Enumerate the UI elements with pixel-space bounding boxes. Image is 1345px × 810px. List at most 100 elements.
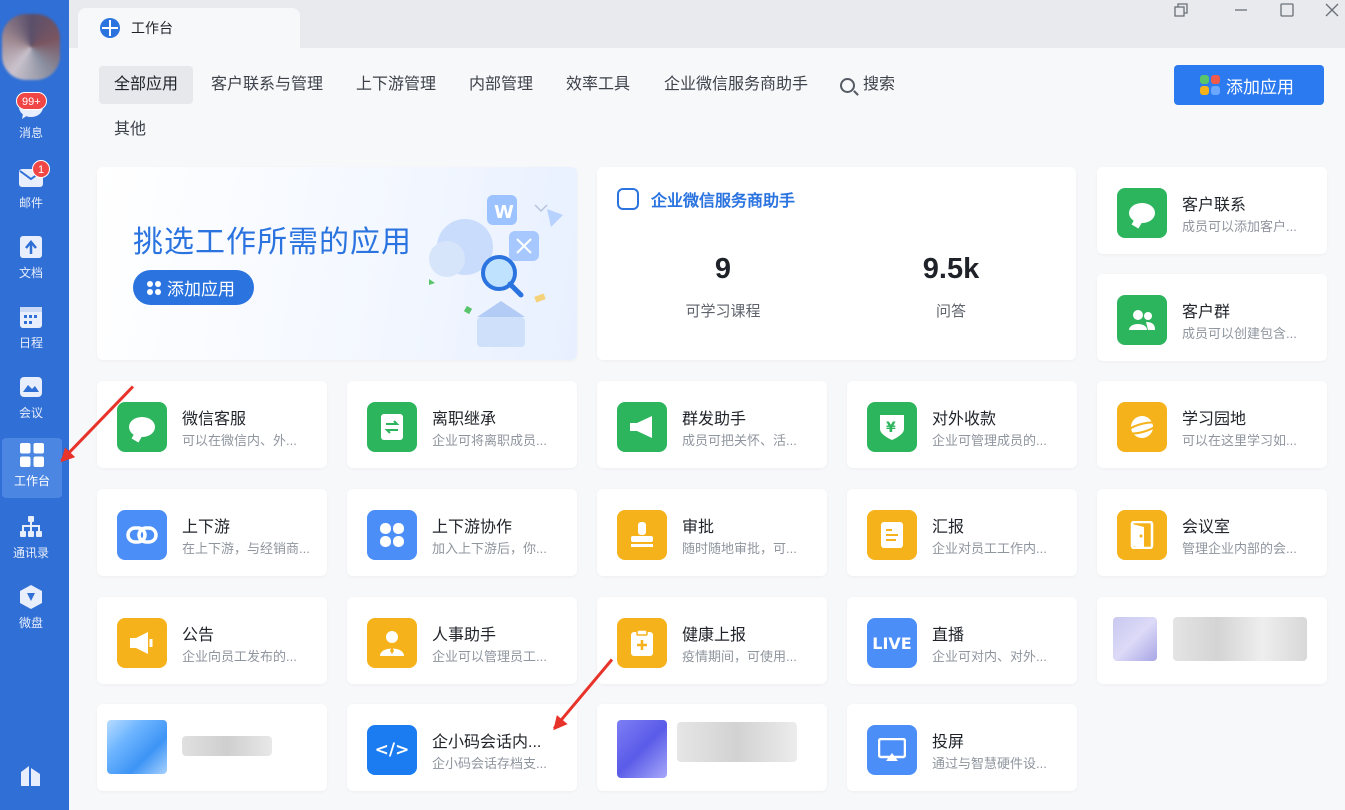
building-icon	[18, 762, 44, 788]
app-card-broadcast[interactable]: 群发助手 成员可把关怀、活...	[597, 381, 827, 468]
mail-icon: 1	[18, 160, 51, 190]
link-icon	[117, 510, 167, 560]
clover-icon	[367, 510, 417, 560]
banner-add-app-button[interactable]: 添加应用	[133, 270, 254, 305]
app-desc: 企业对员工工作内...	[932, 541, 1047, 556]
app-desc: 在上下游，与经销商...	[182, 541, 310, 556]
app-card-approval[interactable]: 审批 随时随地审批，可...	[597, 489, 827, 576]
sidebar-item-docs[interactable]: 文档	[0, 230, 62, 290]
clipboard-plus-icon	[617, 618, 667, 668]
app-desc: 加入上下游后，你...	[432, 541, 547, 556]
sidebar-item-calendar[interactable]: 日程	[0, 300, 62, 360]
maximize-icon[interactable]	[1276, 2, 1298, 24]
app-desc: 成员可以创建包含...	[1182, 326, 1297, 341]
app-card-report[interactable]: 汇报 企业对员工工作内...	[847, 489, 1077, 576]
app-title: 学习园地	[1182, 411, 1247, 428]
drive-icon	[18, 584, 44, 610]
add-app-button[interactable]: 添加应用	[1174, 65, 1324, 105]
sidebar-item-messages[interactable]: 99+ 消息	[0, 90, 62, 150]
app-desc: 成员可以添加客户...	[1182, 219, 1297, 234]
filter-customer[interactable]: 客户联系与管理	[196, 66, 338, 104]
filter-service-helper[interactable]: 企业微信服务商助手	[649, 66, 823, 104]
banner-title: 挑选工作所需的应用	[133, 226, 412, 259]
mail-badge: 1	[32, 160, 51, 178]
app-card-customer-contact[interactable]: 客户联系 成员可以添加客户...	[1097, 167, 1327, 254]
app-desc: 成员可把关怀、活...	[682, 433, 797, 448]
restore-icon[interactable]	[1170, 2, 1192, 24]
app-title: 审批	[682, 519, 715, 536]
megaphone-icon	[617, 402, 667, 452]
screencast-icon	[867, 725, 917, 775]
title-bar: 工作台	[69, 0, 1345, 48]
sidebar: 99+ 消息 1 邮件 文档 日程 会议 工作台 通讯录 微盘	[0, 0, 69, 810]
stat-qa[interactable]: 9.5k 问答	[871, 253, 1031, 321]
app-card-learning[interactable]: 学习园地 可以在这里学习如...	[1097, 381, 1327, 468]
app-card-meeting-room[interactable]: 会议室 管理企业内部的会...	[1097, 489, 1327, 576]
filter-internal[interactable]: 内部管理	[454, 66, 548, 104]
tab-workbench[interactable]: 工作台	[78, 8, 300, 48]
app-card-blurred[interactable]	[97, 704, 327, 791]
sidebar-item-label: 邮件	[18, 196, 43, 210]
stat-label: 可学习课程	[685, 303, 761, 320]
app-desc: 企业可以管理员工...	[432, 649, 547, 664]
filter-all-apps[interactable]: 全部应用	[99, 66, 194, 104]
service-helper-card[interactable]: 企业微信服务商助手 9 可学习课程 9.5k 问答	[597, 167, 1076, 360]
app-card-resignation[interactable]: 离职继承 企业可将离职成员...	[347, 381, 577, 468]
app-card-payment[interactable]: ¥ 对外收款 企业可管理成员的...	[847, 381, 1077, 468]
app-card-blurred[interactable]	[597, 704, 827, 791]
search-button[interactable]: 搜索	[825, 66, 910, 104]
app-title: 人事助手	[432, 627, 497, 644]
app-card-announcement[interactable]: 公告 企业向员工发布的...	[97, 597, 327, 684]
stamp-icon	[617, 510, 667, 560]
app-card-upstream[interactable]: 上下游 在上下游，与经销商...	[97, 489, 327, 576]
doc-icon	[18, 234, 44, 260]
sidebar-item-drive[interactable]: 微盘	[0, 580, 62, 640]
app-desc: 可以在这里学习如...	[1182, 433, 1297, 448]
add-app-label: 添加应用	[1226, 77, 1294, 97]
chat-icon: 99+	[16, 92, 47, 120]
person-icon	[367, 618, 417, 668]
helper-title: 企业微信服务商助手	[651, 193, 796, 210]
wecom-logo-icon	[100, 18, 120, 38]
stat-courses[interactable]: 9 可学习课程	[643, 253, 803, 321]
filter-upstream[interactable]: 上下游管理	[341, 66, 451, 104]
app-title: 公告	[182, 627, 215, 644]
app-desc: 企业向员工发布的...	[182, 649, 297, 664]
filter-efficiency[interactable]: 效率工具	[551, 66, 645, 104]
blurred-app-icon	[1113, 617, 1157, 661]
tab-title: 工作台	[131, 20, 173, 36]
avatar[interactable]	[2, 14, 60, 80]
app-title: 健康上报	[682, 627, 747, 644]
filter-other[interactable]: 其他	[99, 111, 161, 149]
app-title: 上下游	[182, 519, 231, 536]
sidebar-item-contacts[interactable]: 通讯录	[0, 510, 62, 570]
code-icon: </>	[367, 725, 417, 775]
app-card-blurred[interactable]	[1097, 597, 1327, 684]
app-card-health-report[interactable]: 健康上报 疫情期间，可使用...	[597, 597, 827, 684]
app-card-code-archive[interactable]: </> 企小码会话内... 企小码会话存档支...	[347, 704, 577, 791]
door-icon	[1117, 510, 1167, 560]
grid-icon	[19, 442, 45, 468]
app-card-customer-group[interactable]: 客户群 成员可以创建包含...	[1097, 274, 1327, 361]
app-card-screencast[interactable]: 投屏 通过与智慧硬件设...	[847, 704, 1077, 791]
sidebar-item-workbench[interactable]: 工作台	[2, 438, 62, 498]
app-card-upstream-collab[interactable]: 上下游协作 加入上下游后，你...	[347, 489, 577, 576]
app-title: 群发助手	[682, 411, 747, 428]
app-desc: 管理企业内部的会...	[1182, 541, 1297, 556]
blurred-app-text	[1173, 617, 1307, 661]
group-icon	[1117, 295, 1167, 345]
apps-grid-icon	[1200, 75, 1220, 95]
close-icon[interactable]	[1321, 2, 1343, 24]
apps-illustration: W	[429, 195, 563, 347]
sidebar-item-meeting[interactable]: 会议	[0, 370, 62, 430]
app-card-wechat-service[interactable]: 微信客服 可以在微信内、外...	[97, 381, 327, 468]
app-desc: 可以在微信内、外...	[182, 433, 297, 448]
banner-button-label: 添加应用	[167, 280, 235, 299]
app-card-hr-assistant[interactable]: 人事助手 企业可以管理员工...	[347, 597, 577, 684]
sidebar-item-mail[interactable]: 1 邮件	[0, 160, 62, 220]
sidebar-item-label: 工作台	[13, 474, 50, 488]
minimize-icon[interactable]	[1230, 2, 1252, 24]
chat-outline-icon	[617, 188, 639, 210]
app-card-live[interactable]: LIVE 直播 企业可对内、对外...	[847, 597, 1077, 684]
sidebar-item-more[interactable]	[0, 758, 62, 810]
